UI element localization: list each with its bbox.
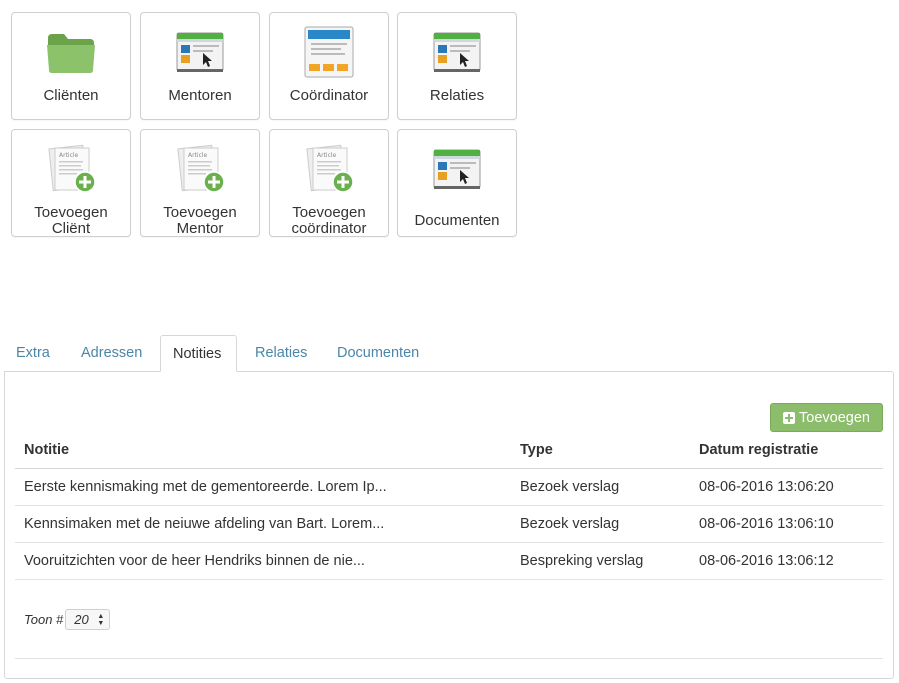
tile-toevoegen-coordinator[interactable]: Article Toevoegen coördinator: [269, 129, 389, 237]
column-header-type[interactable]: Type: [511, 432, 690, 469]
plus-square-icon: [783, 411, 796, 424]
browser-window-icon: [141, 27, 259, 77]
add-button[interactable]: Toevoegen: [770, 403, 883, 432]
tile-clienten[interactable]: Cliënten: [11, 12, 131, 120]
tile-documenten[interactable]: Documenten: [397, 129, 517, 237]
tile-label: Toevoegen Cliënt: [12, 205, 130, 237]
cell-type: Bezoek verslag: [511, 468, 690, 506]
tab-relaties[interactable]: Relaties: [243, 335, 319, 372]
cell-notitie: Kennsimaken met de neiuwe afdeling van B…: [15, 505, 511, 543]
tab-adressen[interactable]: Adressen: [69, 335, 154, 372]
tile-label: Toevoegen Mentor: [141, 205, 259, 237]
add-article-icon: Article: [141, 144, 259, 194]
tile-label-line: Toevoegen: [163, 204, 237, 221]
tab-documenten[interactable]: Documenten: [325, 335, 431, 372]
cell-type: Bezoek verslag: [511, 505, 690, 543]
tile-toevoegen-client[interactable]: Article Toevoegen Cliënt: [11, 129, 131, 237]
notities-panel: Toevoegen Notitie Type Datum registratie…: [4, 371, 894, 679]
table-row[interactable]: Vooruitzichten voor de heer Hendriks bin…: [15, 542, 883, 580]
page-size-select[interactable]: 20 ▲ ▼: [65, 609, 111, 630]
svg-text:Article: Article: [59, 152, 79, 159]
tile-toevoegen-mentor[interactable]: Article Toevoegen Mentor: [140, 129, 260, 237]
tab-extra[interactable]: Extra: [4, 335, 62, 372]
tile-label-line: coördinator: [291, 220, 367, 237]
tile-label: Documenten: [414, 212, 500, 229]
page-size-control: Toon # 20 ▲ ▼: [24, 609, 111, 630]
tile-label: Toevoegen coördinator: [270, 205, 388, 237]
page-size-value: 20: [74, 612, 89, 627]
folder-icon: [12, 27, 130, 77]
tile-label: Mentoren: [168, 87, 232, 104]
svg-text:Article: Article: [188, 152, 208, 159]
cell-notitie: Vooruitzichten voor de heer Hendriks bin…: [15, 542, 511, 580]
tile-label-line: Toevoegen: [292, 204, 366, 221]
cell-notitie: Eerste kennismaking met de gementoreerde…: [15, 468, 511, 506]
tile-coordinator[interactable]: Coördinator: [269, 12, 389, 120]
add-article-icon: Article: [270, 144, 388, 194]
table-header-row: Notitie Type Datum registratie: [15, 432, 883, 469]
cell-datum: 08-06-2016 13:06:10: [690, 505, 883, 543]
browser-window-icon: [398, 144, 516, 194]
add-article-icon: Article: [12, 144, 130, 194]
tile-mentoren[interactable]: Mentoren: [140, 12, 260, 120]
tile-label-line: Cliënt: [51, 220, 91, 237]
tile-relaties[interactable]: Relaties: [397, 12, 517, 120]
browser-window-icon: [398, 27, 516, 77]
column-header-datum[interactable]: Datum registratie: [690, 432, 883, 469]
cell-type: Bespreking verslag: [511, 542, 690, 580]
panel-divider: [15, 658, 883, 659]
page-size-label: Toon #: [24, 612, 64, 627]
tile-label: Cliënten: [43, 87, 99, 104]
tile-label: Relaties: [429, 87, 485, 104]
tab-bar: Extra Adressen Notities Relaties Documen…: [4, 335, 894, 372]
webpage-layout-icon: [270, 26, 388, 78]
select-arrows-icon: ▲ ▼: [97, 613, 105, 627]
add-button-label: Toevoegen: [799, 409, 870, 426]
tile-label: Coördinator: [289, 87, 369, 104]
tile-label-line: Toevoegen: [34, 204, 108, 221]
cell-datum: 08-06-2016 13:06:20: [690, 468, 883, 506]
notities-table: Notitie Type Datum registratie Eerste ke…: [15, 432, 883, 580]
column-header-notitie[interactable]: Notitie: [15, 432, 511, 469]
svg-text:Article: Article: [317, 152, 337, 159]
tile-label-line: Mentor: [176, 220, 224, 237]
table-row[interactable]: Kennsimaken met de neiuwe afdeling van B…: [15, 505, 883, 543]
table-row[interactable]: Eerste kennismaking met de gementoreerde…: [15, 468, 883, 506]
cell-datum: 08-06-2016 13:06:12: [690, 542, 883, 580]
tab-notities[interactable]: Notities: [160, 335, 237, 372]
